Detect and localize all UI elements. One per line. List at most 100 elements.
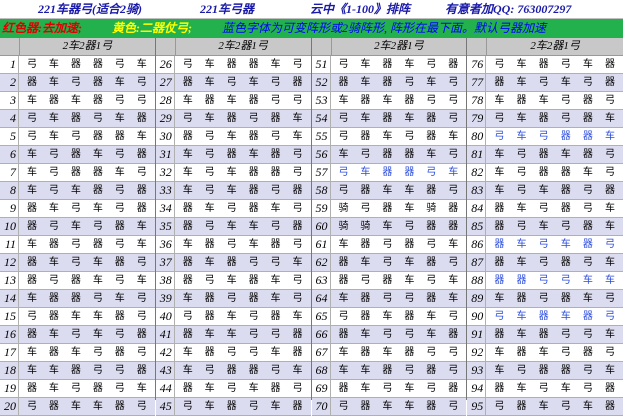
unit-cell: 车 [338,347,349,358]
formation-sequence: 车器弓车器弓 [175,236,311,253]
formation-sequence: 弓车器器弓车 [19,56,155,73]
unit-cell: 器 [70,293,81,304]
unit-cell: 器 [448,221,459,232]
row-number: 17 [0,344,19,361]
unit-cell: 车 [92,257,103,268]
row-number: 56 [312,146,331,163]
table-row: 27 器车弓车弓器 [155,74,311,92]
header-number-cell [312,38,332,55]
unit-cell: 器 [292,401,303,412]
unit-cell: 弓 [382,239,393,250]
unit-cell: 车 [114,113,125,124]
unit-cell: 器 [182,131,193,142]
unit-cell: 器 [182,77,193,88]
table-row: 89 车器弓器车弓 [467,290,623,308]
unit-cell: 器 [382,113,393,124]
unit-cell: 器 [426,221,437,232]
table-row: 42 车器弓弓车器 [155,344,311,362]
unit-cell: 弓 [426,95,437,106]
unit-cell: 器 [338,329,349,340]
formation-sequence: 车车器弓器弓 [331,362,467,379]
unit-cell: 车 [48,365,59,376]
row-number: 6 [0,146,19,163]
unit-cell: 器 [70,275,81,286]
row-number: 78 [467,92,487,109]
unit-cell: 弓 [270,185,281,196]
unit-cell: 器 [582,131,593,142]
unit-cell: 弓 [226,239,237,250]
row-number: 44 [156,380,175,397]
unit-cell: 车 [92,149,103,160]
row-number: 27 [156,74,175,91]
table-row: 84 器车弓器弓车 [467,200,623,218]
unit-cell: 弓 [92,113,103,124]
unit-cell: 车 [516,239,527,250]
header-number-cell [467,38,488,55]
table-row: 90 弓车器车器弓 [467,308,623,326]
unit-cell: 车 [204,401,215,412]
unit-cell: 弓 [560,95,571,106]
formation-sequence: 弓器车器车弓 [331,308,467,325]
table-row: 92 车器车弓器弓 [467,344,623,362]
unit-cell: 车 [360,167,371,178]
unit-cell: 弓 [292,167,303,178]
unit-cell: 器 [204,95,215,106]
table-row: 55 弓器车弓器车 [311,128,467,146]
unit-cell: 弓 [204,275,215,286]
unit-cell: 弓 [604,293,615,304]
table-row: 79 弓车器弓器车 [467,110,623,128]
unit-cell: 弓 [560,329,571,340]
unit-cell: 器 [48,347,59,358]
unit-cell: 弓 [70,239,81,250]
unit-cell: 器 [182,329,193,340]
unit-cell: 弓 [538,77,549,88]
formation-sequence: 弓器车车器弓 [19,308,155,325]
unit-cell: 车 [448,275,459,286]
unit-cell: 车 [604,221,615,232]
unit-cell: 车 [382,401,393,412]
unit-cell: 器 [494,257,505,268]
unit-cell: 器 [382,365,393,376]
table-row: 94 器车弓车弓器 [467,380,623,398]
unit-cell: 车 [560,149,571,160]
unit-cell: 弓 [248,257,259,268]
unit-cell: 车 [494,167,505,178]
unit-cell: 车 [292,311,303,322]
unit-cell: 车 [560,77,571,88]
row-number: 1 [0,56,19,73]
unit-cell: 弓 [26,311,37,322]
unit-cell: 弓 [70,257,81,268]
unit-cell: 车 [516,311,527,322]
unit-cell: 器 [292,221,303,232]
unit-cell: 弓 [404,77,415,88]
table-row: 7车弓器器车弓 [0,164,155,182]
table-row: 33 车弓车器弓器 [155,182,311,200]
formation-sequence: 车器弓弓车器 [175,344,311,361]
table-row: 3车器车器弓弓 [0,92,155,110]
title-part-3: 云中《1-100》排阵 [310,2,410,16]
table-row: 87 器车弓器弓车 [467,254,623,272]
unit-cell: 车 [182,95,193,106]
unit-cell: 器 [48,95,59,106]
formation-sequence: 车器弓弓器车 [331,290,467,307]
unit-cell: 车 [404,203,415,214]
unit-cell: 车 [92,203,103,214]
unit-cell: 车 [448,131,459,142]
unit-cell: 车 [404,59,415,70]
formation-sequence: 车弓器器弓车 [175,362,311,379]
unit-cell: 弓 [404,329,415,340]
unit-cell: 车 [360,77,371,88]
unit-cell: 器 [516,347,527,358]
unit-cell: 器 [292,77,303,88]
unit-cell: 车 [404,185,415,196]
unit-cell: 弓 [382,329,393,340]
unit-cell: 车 [360,365,371,376]
table-row: 76 弓车器弓车器 [467,56,623,74]
unit-cell: 器 [114,221,125,232]
unit-cell: 器 [292,185,303,196]
unit-cell: 弓 [204,185,215,196]
unit-cell: 车 [48,257,59,268]
unit-cell: 弓 [204,167,215,178]
unit-cell: 器 [26,275,37,286]
unit-cell: 车 [338,149,349,160]
